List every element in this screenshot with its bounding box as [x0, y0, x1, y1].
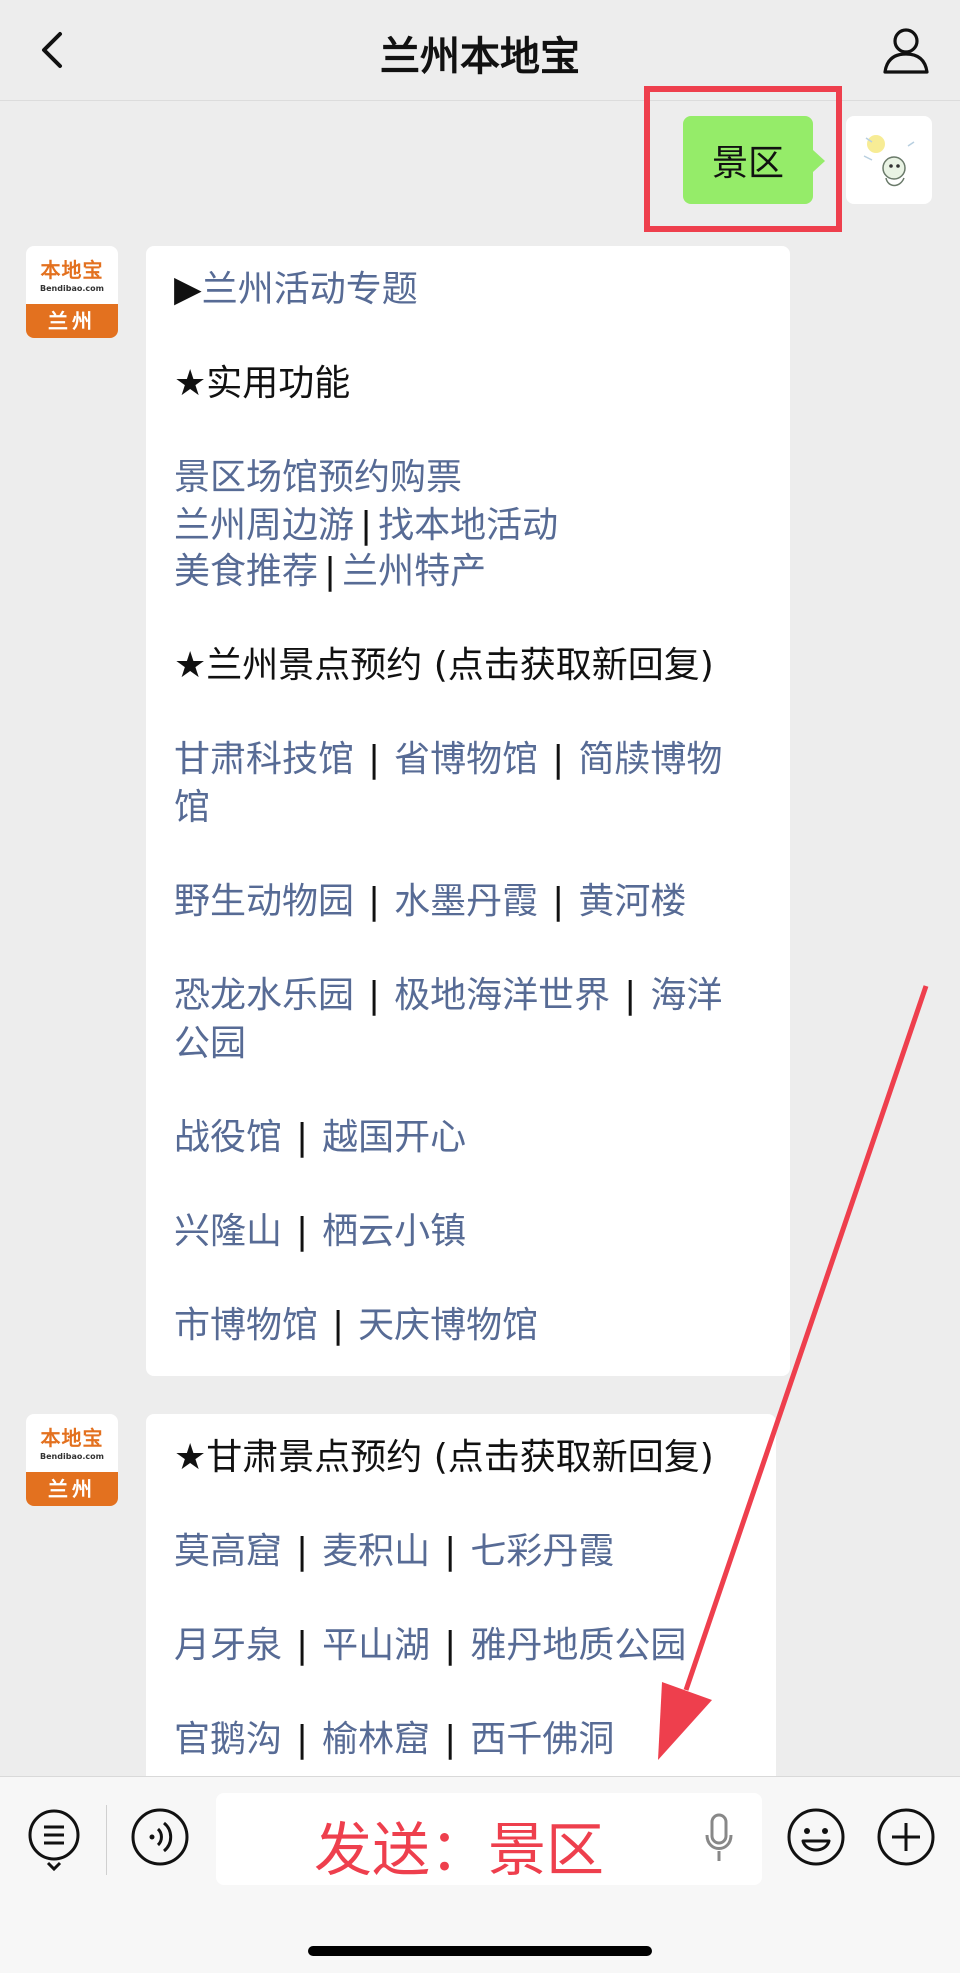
link-pingshan-lake[interactable]: 平山湖 — [322, 1625, 430, 1666]
lz-row-3b: 公园 — [174, 1020, 246, 1068]
link-yueguo-kaixin[interactable]: 越国开心 — [322, 1117, 466, 1158]
topic-link[interactable]: 兰州活动专题 — [202, 269, 418, 310]
link-bamboo-museum[interactable]: 简牍博物 — [578, 739, 722, 780]
my-avatar-icon — [863, 135, 915, 187]
link-yardang-geopark[interactable]: 雅丹地质公园 — [470, 1625, 686, 1666]
avatar-city: 兰州 — [26, 1472, 118, 1506]
link-rainbow-danxia[interactable]: 七彩丹霞 — [470, 1531, 614, 1572]
func-row-1: 景区场馆预约购票 — [174, 454, 462, 502]
add-more-icon[interactable] — [876, 1807, 936, 1867]
link-west-thousand-buddha[interactable]: 西千佛洞 — [470, 1719, 614, 1760]
link-ticket-booking[interactable]: 景区场馆预约购票 — [174, 457, 462, 498]
user-profile-icon[interactable] — [880, 24, 932, 76]
link-ocean-park-cont[interactable]: 公园 — [174, 1023, 246, 1064]
lz-row-6: 市博物馆 | 天庆博物馆 — [174, 1305, 539, 1346]
link-city-museum[interactable]: 市博物馆 — [174, 1305, 318, 1346]
menu-list-icon[interactable] — [26, 1807, 82, 1871]
message-bubble-gansu: ★甘肃景点预约 (点击获取新回复) 莫高窟 | 麦积山 | 七彩丹霞 月牙泉 | 平山湖 | 雅… — [146, 1414, 776, 1814]
func-row-3: 美食推荐 | 兰州特产 — [174, 551, 487, 592]
message-bubble-lanzhou: ▶兰州活动专题 ★实用功能 景区场馆预约购票 兰州周边游 | 找本地活动 美食推荐 |… — [146, 246, 790, 1376]
link-specialty[interactable]: 兰州特产 — [342, 551, 486, 592]
link-yulin-caves[interactable]: 榆林窟 — [322, 1719, 430, 1760]
link-crescent-spring[interactable]: 月牙泉 — [174, 1625, 282, 1666]
link-bamboo-museum-cont[interactable]: 馆 — [174, 787, 210, 828]
link-maiji-mountain[interactable]: 麦积山 — [322, 1531, 430, 1572]
link-polar-ocean[interactable]: 极地海洋世界 — [394, 975, 610, 1016]
func-title: ★实用功能 — [174, 363, 351, 404]
link-mogao-caves[interactable]: 莫高窟 — [174, 1531, 282, 1572]
divider — [106, 1805, 107, 1875]
link-guane-valley[interactable]: 官鹅沟 — [174, 1719, 282, 1760]
play-icon: ▶ — [174, 269, 202, 310]
emoji-icon[interactable] — [786, 1807, 846, 1867]
topic-line: ▶兰州活动专题 — [174, 266, 418, 314]
lz-row-4: 战役馆 | 越国开心 — [174, 1117, 467, 1158]
lz-row-3: 恐龙水乐园 | 极地海洋世界 | 海洋 — [174, 975, 723, 1016]
link-ocean-park[interactable]: 海洋 — [650, 975, 722, 1016]
link-battle-hall[interactable]: 战役馆 — [174, 1117, 282, 1158]
lanzhou-title: ★兰州景点预约 (点击获取新回复) — [174, 645, 714, 686]
lz-row-1: 甘肃科技馆 | 省博物馆 | 简牍博物 — [174, 739, 723, 780]
gs-row-1: 莫高窟 | 麦积山 | 七彩丹霞 — [174, 1531, 615, 1572]
message-input[interactable]: 发送：景区 — [216, 1793, 762, 1885]
input-annotation-text: 发送：景区 — [314, 1816, 605, 1884]
avatar-url: Bendibao.com — [40, 284, 104, 293]
home-indicator — [308, 1946, 652, 1956]
link-dino-waterpark[interactable]: 恐龙水乐园 — [174, 975, 354, 1016]
highlight-annotation-box — [644, 86, 842, 232]
link-yellow-river-tower[interactable]: 黄河楼 — [578, 881, 686, 922]
my-avatar[interactable] — [846, 116, 932, 204]
avatar-url: Bendibao.com — [40, 1452, 104, 1461]
link-qiyun-town[interactable]: 栖云小镇 — [322, 1211, 466, 1252]
func-row-2: 兰州周边游 | 找本地活动 — [174, 505, 559, 546]
bendibao-avatar[interactable]: 本地宝 Bendibao.com 兰州 — [26, 246, 118, 338]
lz-row-2: 野生动物园 | 水墨丹霞 | 黄河楼 — [174, 881, 687, 922]
lz-row-1b: 馆 — [174, 784, 210, 832]
microphone-icon[interactable] — [704, 1813, 734, 1863]
avatar-brand: 本地宝 — [40, 1426, 104, 1450]
link-xinglong-mountain[interactable]: 兴隆山 — [174, 1211, 282, 1252]
avatar-city: 兰州 — [26, 304, 118, 338]
link-tianqing-museum[interactable]: 天庆博物馆 — [358, 1305, 538, 1346]
link-provincial-museum[interactable]: 省博物馆 — [394, 739, 538, 780]
link-nearby-tour[interactable]: 兰州周边游 — [174, 505, 354, 546]
voice-input-icon[interactable] — [130, 1807, 190, 1867]
link-science-museum[interactable]: 甘肃科技馆 — [174, 739, 354, 780]
page-title: 兰州本地宝 — [380, 34, 580, 80]
link-wildlife-park[interactable]: 野生动物园 — [174, 881, 354, 922]
avatar-brand: 本地宝 — [40, 258, 104, 282]
gansu-title: ★甘肃景点预约 (点击获取新回复) — [174, 1437, 714, 1478]
lz-row-5: 兴隆山 | 栖云小镇 — [174, 1211, 467, 1252]
link-food[interactable]: 美食推荐 — [174, 551, 318, 592]
gs-row-3: 官鹅沟 | 榆林窟 | 西千佛洞 — [174, 1719, 615, 1760]
link-ink-danxia[interactable]: 水墨丹霞 — [394, 881, 538, 922]
link-local-events[interactable]: 找本地活动 — [378, 505, 558, 546]
input-toolbar: 发送：景区 — [0, 1776, 960, 1973]
gs-row-2: 月牙泉 | 平山湖 | 雅丹地质公园 — [174, 1625, 687, 1666]
bendibao-avatar-2[interactable]: 本地宝 Bendibao.com 兰州 — [26, 1414, 118, 1506]
